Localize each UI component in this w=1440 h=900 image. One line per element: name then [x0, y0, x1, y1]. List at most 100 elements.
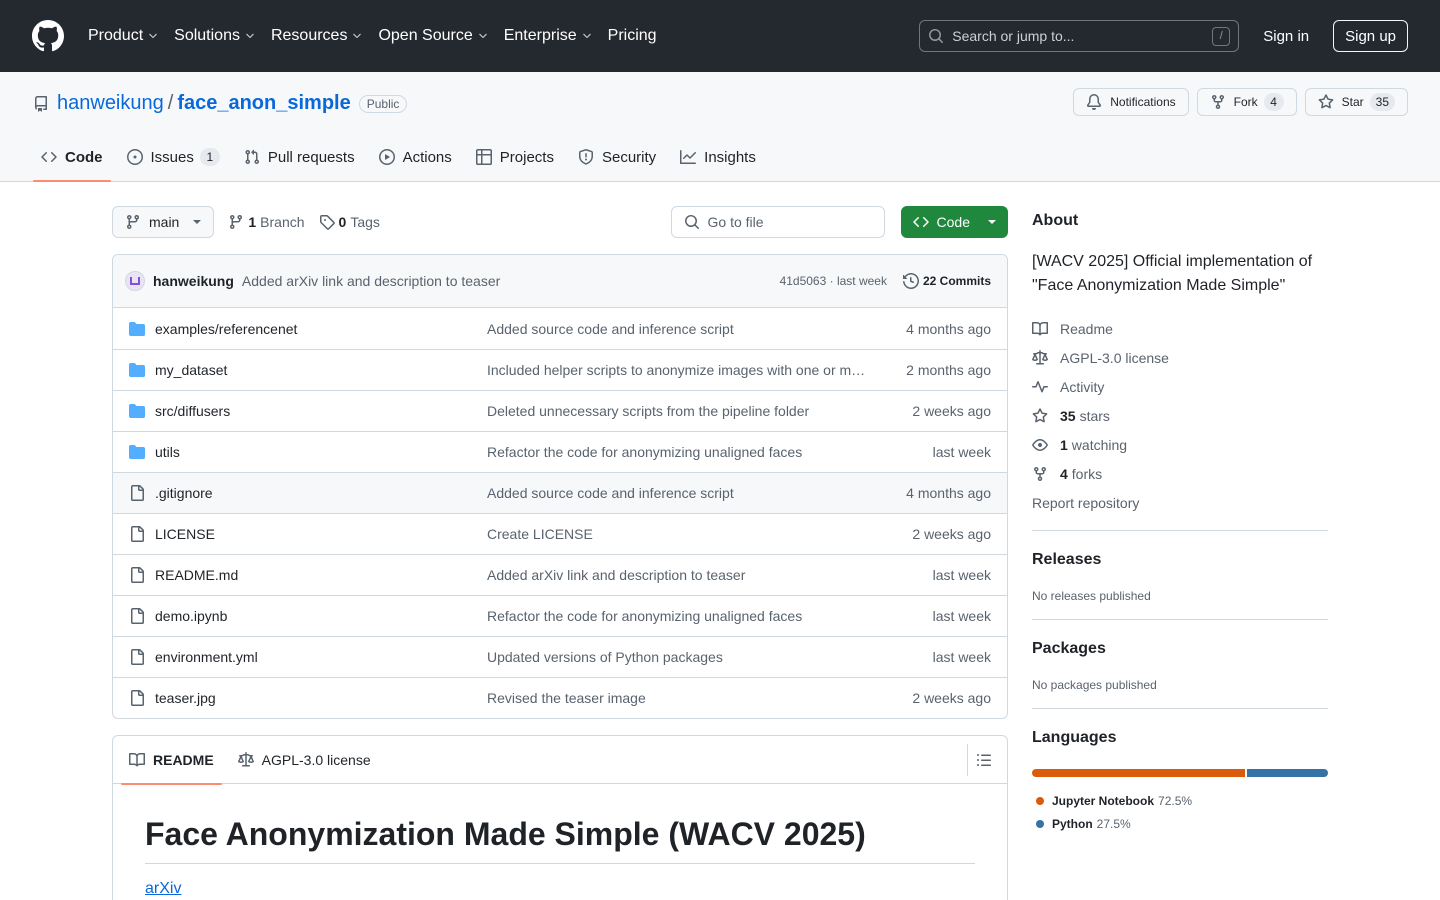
file-name-link[interactable]: src/diffusers [155, 403, 487, 419]
tab-readme[interactable]: README [121, 736, 222, 785]
divider [1032, 530, 1328, 531]
file-name-link[interactable]: my_dataset [155, 362, 487, 378]
file-commit-message-link[interactable]: Refactor the code for anonymizing unalig… [487, 608, 873, 624]
commit-hash-age[interactable]: 41d5063 · last week [780, 274, 887, 288]
code-column: main 1 Branch 0 Tags Go to file Code han… [112, 206, 1008, 900]
watching-link[interactable]: 1 watching [1032, 430, 1328, 459]
report-repository-link[interactable]: Report repository [1032, 488, 1328, 517]
table-row[interactable]: examples/referencenet Added source code a… [113, 308, 1007, 349]
table-row[interactable]: LICENSE Create LICENSE 2 weeks ago [113, 513, 1007, 554]
file-age: 4 months ago [906, 320, 991, 337]
repo-owner-link[interactable]: hanweikung [57, 92, 164, 115]
stars-link[interactable]: 35 stars [1032, 401, 1328, 430]
tab-code[interactable]: Code [33, 133, 111, 182]
chevron-down-icon [582, 33, 591, 39]
tab-projects-label: Projects [499, 148, 554, 166]
tab-readme-label: README [153, 751, 214, 768]
table-row[interactable]: src/diffusers Deleted unnecessary scripts… [113, 390, 1007, 431]
file-commit-message-link[interactable]: Added source code and inference script [487, 321, 873, 337]
repo-title: hanweikung / face_anon_simple Public [33, 92, 408, 115]
language-bar-segment [1032, 769, 1246, 777]
file-name-link[interactable]: environment.yml [155, 649, 487, 665]
table-row[interactable]: utils Refactor the code for anonymizing u… [113, 431, 1007, 472]
file-name-link[interactable]: examples/referencenet [155, 321, 487, 337]
file-commit-message-link[interactable]: Create LICENSE [487, 526, 873, 542]
nav-solutions[interactable]: Solutions [174, 27, 256, 45]
star-button[interactable]: Star 35 [1304, 88, 1408, 116]
releases-title[interactable]: Releases [1032, 551, 1328, 569]
table-row[interactable]: teaser.jpg Revised the teaser image 2 week… [113, 677, 1007, 718]
book-icon [1032, 321, 1048, 335]
nav-open-source[interactable]: Open Source [378, 27, 488, 45]
visibility-badge: Public [358, 94, 408, 113]
file-name-link[interactable]: README.md [155, 567, 487, 583]
file-name-link[interactable]: teaser.jpg [155, 690, 487, 706]
file-commit-message-link[interactable]: Included helper scripts to anonymize ima… [487, 362, 873, 378]
nav-enterprise[interactable]: Enterprise [504, 27, 593, 45]
github-logo-icon[interactable] [32, 20, 64, 52]
file-commit-message-link[interactable]: Refactor the code for anonymizing unalig… [487, 444, 873, 460]
commits-history-link[interactable]: 22 Commits [902, 273, 991, 289]
packages-title[interactable]: Packages [1032, 640, 1328, 658]
tab-pull-requests[interactable]: Pull requests [236, 133, 363, 181]
tags-link[interactable]: 0 Tags [319, 214, 380, 230]
file-name-link[interactable]: demo.ipynb [155, 608, 487, 624]
commit-author-link[interactable]: hanweikung [153, 273, 234, 289]
branch-select-button[interactable]: main [112, 206, 215, 238]
nav-product[interactable]: Product [88, 27, 159, 45]
file-name-link[interactable]: utils [155, 444, 487, 460]
file-commit-message-link[interactable]: Added arXiv link and description to teas… [487, 567, 873, 583]
file-commit-message-link[interactable]: Revised the teaser image [487, 690, 873, 706]
file-age: last week [932, 567, 991, 583]
file-icon [131, 608, 144, 624]
table-row[interactable]: my_dataset Included helper scripts to ano… [113, 349, 1007, 390]
arxiv-link[interactable]: arXiv [145, 880, 181, 898]
language-item[interactable]: Python 27.5% [1032, 812, 1328, 835]
tab-insights[interactable]: Insights [672, 133, 764, 181]
file-commit-message-link[interactable]: Added source code and inference script [487, 485, 873, 501]
readme-tabs: README AGPL-3.0 license [113, 736, 1007, 785]
go-to-file-input[interactable]: Go to file [670, 206, 885, 238]
sign-up-button[interactable]: Sign up [1333, 20, 1408, 52]
file-commit-message-link[interactable]: Updated versions of Python packages [487, 649, 873, 665]
nav-resources[interactable]: Resources [271, 27, 363, 45]
sign-in-link[interactable]: Sign in [1263, 28, 1309, 45]
fork-count: 4 [1263, 93, 1284, 111]
nav-pricing[interactable]: Pricing [608, 27, 657, 45]
license-label: AGPL-3.0 license [1060, 349, 1169, 366]
pulse-icon [1032, 380, 1048, 392]
forks-link[interactable]: 4 forks [1032, 459, 1328, 488]
commit-message-link[interactable]: Added arXiv link and description to teas… [242, 273, 500, 289]
tab-issues[interactable]: Issues 1 [119, 133, 228, 181]
table-row[interactable]: demo.ipynb Refactor the code for anonymiz… [113, 595, 1007, 636]
languages-title: Languages [1032, 729, 1117, 746]
outline-button[interactable] [967, 743, 999, 776]
tab-projects[interactable]: Projects [468, 133, 562, 181]
avatar[interactable] [125, 271, 145, 291]
file-name-link[interactable]: LICENSE [155, 526, 487, 542]
fork-button[interactable]: Fork 4 [1196, 88, 1297, 116]
language-item[interactable]: Jupyter Notebook 72.5% [1032, 789, 1328, 812]
fork-label: Fork [1233, 95, 1258, 109]
repo-name-link[interactable]: face_anon_simple [177, 92, 350, 115]
table-row[interactable]: .gitignore Added source code and inferenc… [113, 472, 1007, 513]
code-dropdown-button[interactable]: Code [900, 206, 1008, 238]
notifications-button[interactable]: Notifications [1073, 88, 1189, 116]
law-icon [1032, 349, 1048, 364]
readme-link[interactable]: Readme [1032, 314, 1328, 343]
table-row[interactable]: environment.yml Updated versions of Pytho… [113, 636, 1007, 677]
issues-count: 1 [199, 148, 220, 166]
tab-security[interactable]: Security [570, 133, 664, 181]
search-shortcut-key: / [1212, 26, 1231, 46]
table-row[interactable]: README.md Added arXiv link and descriptio… [113, 554, 1007, 595]
branches-link[interactable]: 1 Branch [228, 214, 305, 230]
tab-actions[interactable]: Actions [371, 133, 460, 181]
tab-license[interactable]: AGPL-3.0 license [230, 736, 379, 784]
search-input[interactable]: Search or jump to... / [919, 20, 1240, 52]
file-commit-message-link[interactable]: Deleted unnecessary scripts from the pip… [487, 403, 873, 419]
file-name-link[interactable]: .gitignore [155, 485, 487, 501]
readme-body: Face Anonymization Made Simple (WACV 202… [113, 784, 1007, 898]
global-nav: Product Solutions Resources Open Source … [88, 27, 672, 45]
license-link[interactable]: AGPL-3.0 license [1032, 343, 1328, 372]
activity-link[interactable]: Activity [1032, 372, 1328, 401]
